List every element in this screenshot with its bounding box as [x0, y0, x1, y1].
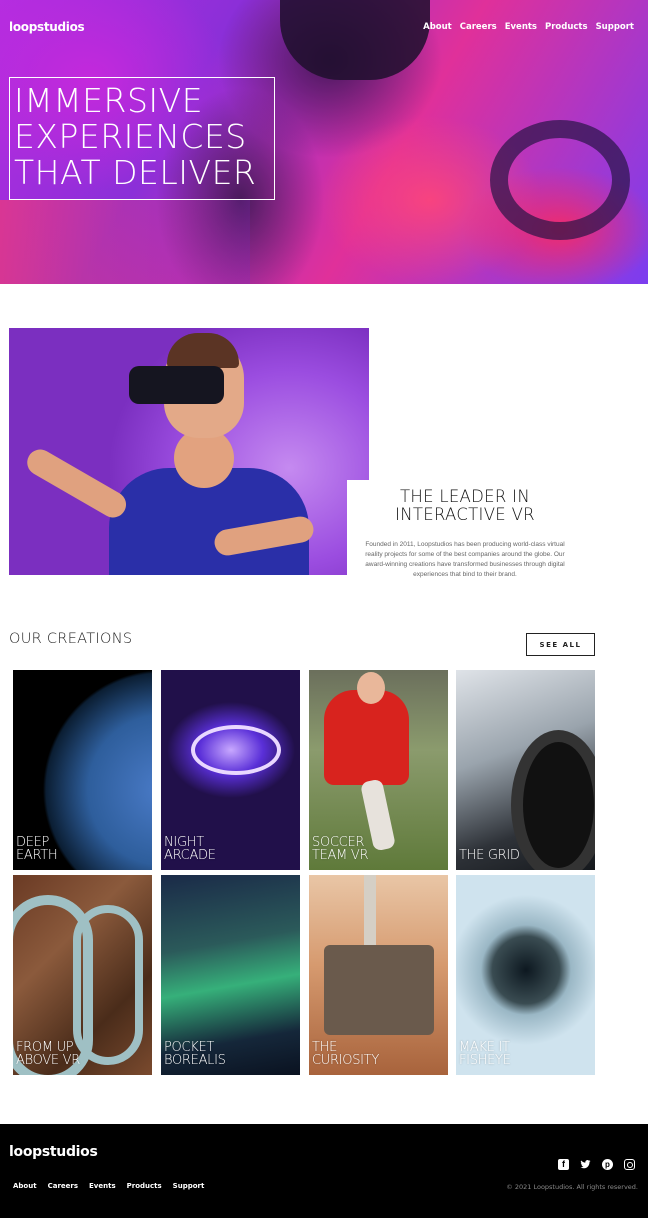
hero-light-shape — [0, 200, 250, 284]
facebook-icon[interactable]: f — [558, 1159, 569, 1170]
vr-person-arm-left — [22, 444, 131, 523]
creation-label: SOCCER TEAM VR — [312, 835, 369, 863]
soccer-player-shirt — [324, 690, 409, 785]
header-nav: About Careers Events Products Support — [423, 22, 634, 32]
copyright-text: © 2021 Loopstudios. All rights reserved. — [506, 1183, 638, 1191]
footer: loopstudios About Careers Events Product… — [0, 1124, 648, 1218]
pinterest-icon[interactable]: p — [602, 1159, 613, 1170]
vr-person-hair — [167, 333, 239, 368]
arcade-ring-shape — [191, 725, 281, 775]
nav-products[interactable]: Products — [545, 22, 588, 32]
rover-mast — [364, 875, 376, 955]
race-car-wheel — [511, 730, 595, 870]
creation-label: THE GRID — [459, 847, 520, 863]
intro-vr-image — [9, 328, 369, 575]
rover-body — [324, 945, 434, 1035]
hero-headset-shape — [280, 0, 430, 80]
instagram-icon[interactable] — [624, 1159, 635, 1170]
hero-title: IMMERSIVE EXPERIENCES THAT DELIVER — [14, 81, 257, 192]
intro-text: Founded in 2011, Loopstudios has been pr… — [365, 541, 565, 578]
footer-nav-support[interactable]: Support — [173, 1182, 205, 1190]
intro-heading: THE LEADER IN INTERACTIVE VR — [395, 487, 535, 524]
intro-card: THE LEADER IN INTERACTIVE VR Founded in … — [347, 480, 583, 580]
creation-card-the-grid[interactable]: THE GRID — [456, 670, 595, 870]
creation-card-from-up-above-vr[interactable]: FROM UP ABOVE VR — [13, 875, 152, 1075]
creation-label: DEEP EARTH — [16, 835, 58, 863]
nav-support[interactable]: Support — [596, 22, 634, 32]
nav-careers[interactable]: Careers — [460, 22, 497, 32]
footer-nav-careers[interactable]: Careers — [48, 1182, 78, 1190]
creation-label: FROM UP ABOVE VR — [16, 1040, 80, 1068]
nav-about[interactable]: About — [423, 22, 452, 32]
hero-section: loopstudios About Careers Events Product… — [0, 0, 648, 284]
social-links: f p — [558, 1159, 635, 1170]
hero-steering-wheel-shape — [490, 120, 630, 240]
creation-card-night-arcade[interactable]: NIGHT ARCADE — [161, 670, 300, 870]
creation-card-the-curiosity[interactable]: THE CURIOSITY — [309, 875, 448, 1075]
footer-nav-products[interactable]: Products — [127, 1182, 162, 1190]
header-logo[interactable]: loopstudios — [9, 20, 85, 34]
footer-nav-events[interactable]: Events — [89, 1182, 116, 1190]
vr-headset — [129, 366, 224, 404]
creation-label: POCKET BOREALIS — [164, 1040, 226, 1068]
creation-label: THE CURIOSITY — [312, 1040, 379, 1068]
creations-title: OUR CREATIONS — [9, 631, 133, 647]
aerial-road-shape — [73, 905, 143, 1065]
soccer-player-head — [357, 672, 385, 704]
creation-card-make-it-fisheye[interactable]: MAKE IT FISHEYE — [456, 875, 595, 1075]
creation-card-deep-earth[interactable]: DEEP EARTH — [13, 670, 152, 870]
footer-logo[interactable]: loopstudios — [9, 1144, 98, 1160]
hero-title-box: IMMERSIVE EXPERIENCES THAT DELIVER — [9, 77, 275, 200]
creation-label: MAKE IT FISHEYE — [459, 1040, 511, 1068]
twitter-icon[interactable] — [580, 1159, 591, 1170]
footer-nav: About Careers Events Products Support — [13, 1182, 204, 1190]
creation-card-pocket-borealis[interactable]: POCKET BOREALIS — [161, 875, 300, 1075]
creation-card-soccer-team-vr[interactable]: SOCCER TEAM VR — [309, 670, 448, 870]
footer-nav-about[interactable]: About — [13, 1182, 37, 1190]
nav-events[interactable]: Events — [505, 22, 537, 32]
see-all-button[interactable]: SEE ALL — [526, 633, 595, 656]
creation-label: NIGHT ARCADE — [164, 835, 216, 863]
